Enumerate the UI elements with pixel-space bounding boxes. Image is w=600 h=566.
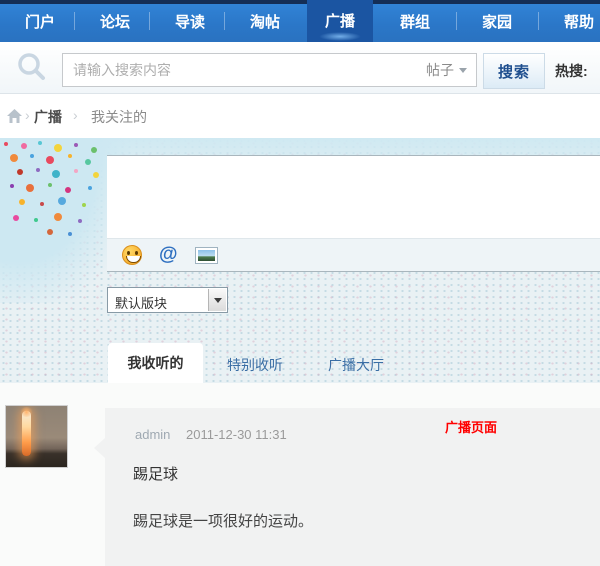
post-author[interactable]: admin [135, 427, 170, 442]
nav-item-home[interactable]: 家园 [464, 4, 530, 42]
nav-item-help[interactable]: 帮助 [546, 4, 600, 42]
hot-search-label: 热搜: [555, 61, 588, 81]
confetti-decoration [4, 142, 8, 146]
avatar[interactable] [5, 405, 68, 468]
board-select-value: 默认版块 [115, 293, 167, 312]
feed-tabs: 我收听的 特别收听 广播大厅 [0, 343, 600, 383]
tab-broadcast-hall[interactable]: 广播大厅 [328, 355, 384, 375]
nav-item-collection[interactable]: 淘帖 [232, 4, 298, 42]
broadcast-text-input[interactable] [107, 156, 600, 239]
nav-item-group[interactable]: 群组 [382, 4, 448, 42]
nav-separator [538, 12, 539, 30]
search-icon [15, 51, 49, 85]
search-category-dropdown[interactable]: 帖子 [426, 60, 476, 80]
nav-separator [74, 12, 75, 30]
search-input[interactable] [63, 62, 426, 78]
breadcrumb-my-follows[interactable]: 我关注的 [91, 107, 147, 127]
search-bar: 帖子 搜索 热搜: [0, 42, 600, 94]
smiley-icon[interactable] [122, 245, 142, 265]
nav-separator [149, 12, 150, 30]
breadcrumb-broadcast[interactable]: 广播 [34, 107, 62, 127]
breadcrumb-separator: › [25, 107, 30, 123]
nav-separator [224, 12, 225, 30]
search-category-label: 帖子 [426, 60, 454, 80]
tab-my-follows[interactable]: 我收听的 [108, 343, 203, 383]
search-box: 帖子 [62, 53, 477, 87]
breadcrumb-separator: › [73, 107, 78, 123]
chevron-down-icon [214, 298, 222, 303]
post-timestamp: 2011-12-30 11:31 [186, 427, 287, 442]
nav-item-portal[interactable]: 门户 [7, 4, 73, 42]
nav-item-guide[interactable]: 导读 [157, 4, 223, 42]
post-body: 踢足球是一项很好的运动。 [133, 510, 313, 531]
broadcast-composer: @ [107, 155, 600, 272]
composer-toolbar: @ [107, 238, 600, 271]
breadcrumb: › 广播 › 我关注的 [0, 94, 600, 138]
feed-list: admin 2011-12-30 11:31 广播页面 踢足球 踢足球是一项很好… [0, 383, 600, 566]
select-arrow-button[interactable] [208, 289, 226, 311]
chevron-down-icon [459, 68, 467, 73]
tab-special-follows[interactable]: 特别收听 [227, 355, 283, 375]
broadcast-page: 门户 论坛 导读 淘帖 广播 群组 家园 帮助 帖子 搜索 热搜: [0, 0, 600, 566]
post-title: 踢足球 [133, 463, 178, 484]
insert-image-icon[interactable] [195, 247, 218, 264]
nav-item-forum[interactable]: 论坛 [82, 4, 148, 42]
at-mention-icon[interactable]: @ [159, 245, 178, 265]
search-button[interactable]: 搜索 [483, 53, 545, 89]
home-icon[interactable] [6, 108, 23, 124]
nav-separator [456, 12, 457, 30]
annotation-label: 广播页面 [445, 417, 497, 436]
main-nav: 门户 论坛 导读 淘帖 广播 群组 家园 帮助 [0, 4, 600, 42]
board-select[interactable]: 默认版块 [107, 287, 228, 313]
nav-item-broadcast[interactable]: 广播 [307, 0, 373, 42]
post-bubble: admin 2011-12-30 11:31 广播页面 踢足球 踢足球是一项很好… [105, 408, 600, 566]
composer-section: @ 默认版块 我收听的 特别收听 广播大厅 [0, 138, 600, 390]
